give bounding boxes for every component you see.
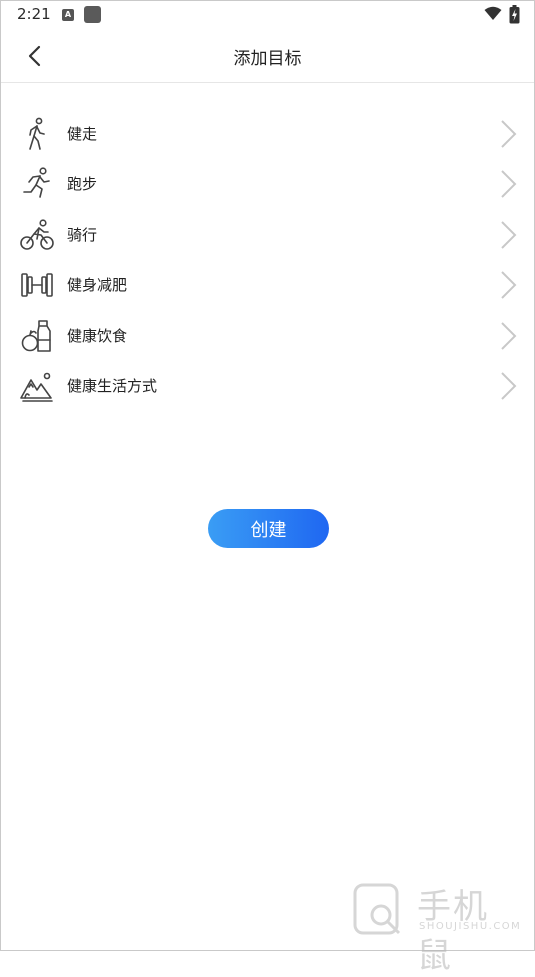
- goal-item-lifestyle[interactable]: 健康生活方式: [1, 360, 534, 410]
- goal-item-diet[interactable]: 健康饮食: [1, 310, 534, 360]
- goal-label: 健康饮食: [67, 326, 128, 345]
- create-button[interactable]: 创建: [208, 509, 329, 548]
- notification-a-icon: A: [62, 9, 74, 21]
- chevron-right-icon: [501, 372, 517, 400]
- goal-item-walking[interactable]: 健走: [1, 108, 534, 158]
- watermark-logo-icon: [353, 883, 401, 935]
- chevron-right-icon: [501, 321, 517, 350]
- goal-label: 骑行: [67, 225, 98, 244]
- goal-label: 健身减肥: [67, 276, 128, 295]
- goal-item-fitness[interactable]: 健身减肥: [1, 259, 534, 309]
- watermark-sub: SHOUJISHU.COM: [419, 921, 522, 932]
- watermark: 手机鼠 SHOUJISHU.COM: [351, 879, 522, 976]
- walking-icon: [29, 117, 45, 150]
- chevron-right-icon: [501, 170, 517, 199]
- wifi-icon: [484, 6, 502, 20]
- dumbbell-icon: [21, 273, 53, 297]
- cycling-icon: [20, 219, 54, 250]
- status-bar: 2:21 A: [1, 1, 534, 29]
- notification-square-icon: [84, 6, 101, 23]
- goal-item-cycling[interactable]: 骑行: [1, 209, 534, 259]
- lifestyle-icon: [20, 372, 53, 402]
- healthy-food-icon: [21, 319, 51, 352]
- goal-item-running[interactable]: 跑步: [1, 158, 534, 208]
- goal-label: 健走: [67, 125, 98, 143]
- battery-charging-icon: [509, 5, 520, 24]
- running-icon: [23, 167, 50, 199]
- chevron-right-icon: [501, 271, 517, 299]
- goal-label: 健康生活方式: [67, 376, 158, 395]
- page-title: 添加目标: [233, 49, 302, 69]
- chevron-right-icon: [501, 221, 517, 249]
- app-bar: 添加目标: [1, 29, 534, 83]
- status-time: 2:21: [17, 5, 51, 23]
- goal-label: 跑步: [67, 175, 98, 194]
- chevron-right-icon: [501, 120, 517, 148]
- goal-list: 健走 跑步 骑行 健身减肥 健康饮食 健康生活方式: [1, 108, 534, 410]
